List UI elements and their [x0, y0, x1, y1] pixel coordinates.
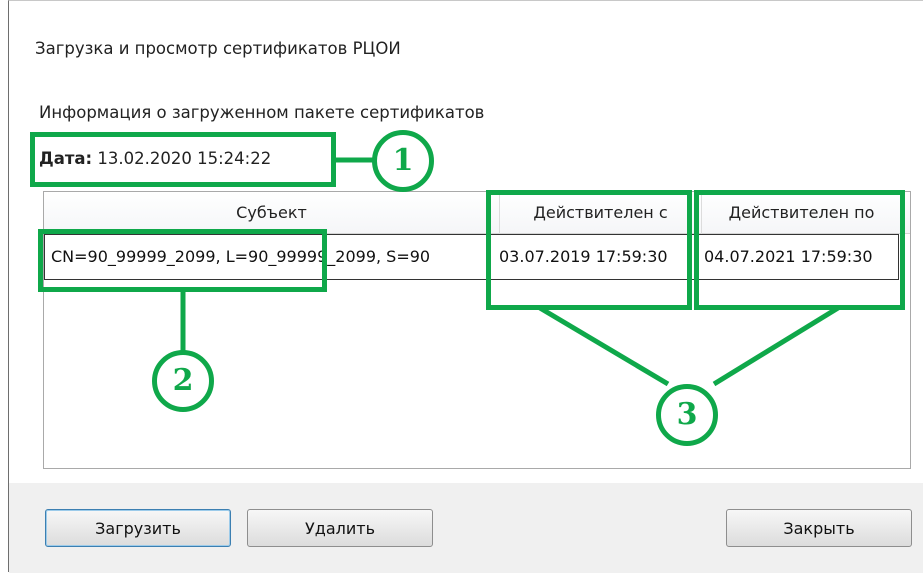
callout-box-date	[30, 132, 336, 187]
title-bar[interactable]: Загрузка и просмотр сертификатов РЦОИ	[9, 1, 923, 87]
callout-number-1: 1	[372, 130, 434, 192]
column-header-subject[interactable]: Субъект	[44, 192, 500, 234]
callout-box-valid-to	[694, 190, 905, 310]
callout-box-subject	[38, 229, 327, 292]
callout-number-2: 2	[152, 350, 214, 412]
button-bar: Загрузить Удалить Закрыть	[9, 483, 923, 573]
callout-number-3: 3	[656, 384, 718, 446]
package-info-label: Информация о загруженном пакете сертифик…	[39, 103, 485, 122]
callout-box-valid-from	[486, 190, 692, 310]
close-button[interactable]: Закрыть	[726, 509, 912, 547]
load-button[interactable]: Загрузить	[45, 509, 231, 547]
window-title: Загрузка и просмотр сертификатов РЦОИ	[35, 39, 401, 58]
delete-button[interactable]: Удалить	[247, 509, 433, 547]
